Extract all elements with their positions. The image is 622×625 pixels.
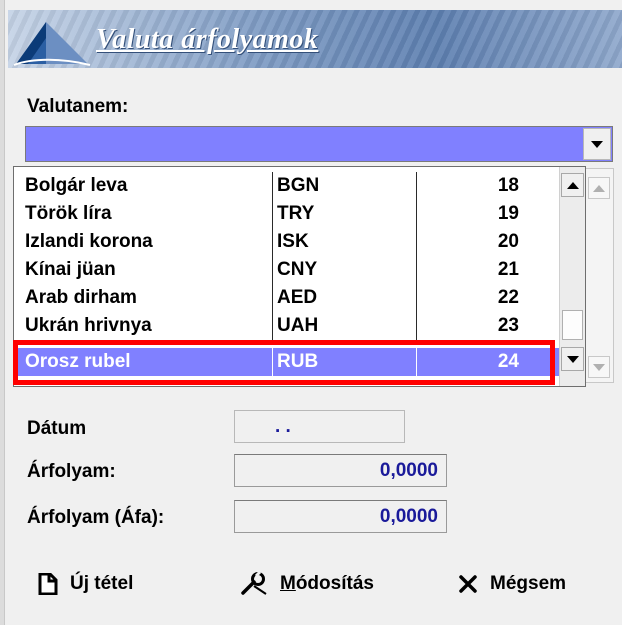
- dropdown-button[interactable]: [583, 128, 611, 160]
- window-left-border: [0, 0, 5, 625]
- currency-number: 22: [416, 284, 559, 312]
- document-icon: [38, 573, 58, 595]
- currency-code: AED: [272, 284, 416, 312]
- currency-code: TRY: [272, 200, 416, 228]
- currency-code: UAH: [272, 312, 416, 340]
- rate-vat-field[interactable]: 0,0000: [234, 500, 447, 533]
- currency-name: Orosz rubel: [25, 351, 131, 372]
- currency-label: Valutanem:: [27, 96, 129, 117]
- currency-number: 20: [416, 228, 559, 256]
- list-item[interactable]: Bolgár leva BGN 18: [14, 172, 559, 200]
- date-label: Dátum: [27, 418, 87, 439]
- list-item[interactable]: Kínai jüan CNY 21: [14, 256, 559, 284]
- currency-code: BGN: [272, 172, 416, 200]
- scroll-down-button[interactable]: [561, 347, 584, 371]
- currency-list[interactable]: Bolgár leva BGN 18 Török líra TRY 19 Izlandi k…: [13, 166, 586, 387]
- modify-label: Módosítás: [280, 573, 374, 594]
- chevron-up-icon: [593, 184, 605, 192]
- rate-vat-label: Árfolyam (Áfa):: [27, 507, 165, 528]
- list-item[interactable]: Izlandi korona ISK 20: [14, 228, 559, 256]
- scroll-thumb[interactable]: [562, 310, 583, 340]
- list-item[interactable]: Török líra TRY 19: [14, 200, 559, 228]
- currency-code: RUB: [272, 348, 416, 376]
- currency-number: 18: [416, 172, 559, 200]
- chevron-down-icon: [566, 355, 579, 363]
- list-item[interactable]: Ukrán hrivnya UAH 23: [14, 312, 559, 340]
- grid-scroll-down-button[interactable]: [588, 356, 610, 378]
- rate-label: Árfolyam:: [27, 461, 116, 482]
- cancel-label: Mégsem: [490, 573, 567, 594]
- list-scrollbar[interactable]: [559, 167, 585, 386]
- chevron-down-icon: [591, 140, 603, 148]
- new-item-button[interactable]: Új tétel: [38, 566, 133, 602]
- currency-name: Arab dirham: [25, 287, 137, 308]
- currency-number: 23: [416, 312, 559, 340]
- header-banner: Valuta árfolyamok: [8, 10, 622, 68]
- x-icon: [458, 574, 478, 594]
- grid-scroll-up-button[interactable]: [588, 177, 610, 199]
- currency-number: 19: [416, 200, 559, 228]
- list-item[interactable]: Arab dirham AED 22: [14, 284, 559, 312]
- new-item-label: Új tétel: [70, 573, 134, 594]
- currency-name: Kínai jüan: [25, 259, 116, 280]
- logo-icon: [13, 22, 91, 66]
- date-field[interactable]: . .: [234, 410, 405, 443]
- currency-number: 21: [416, 256, 559, 284]
- list-item[interactable]: Orosz rubel RUB 24: [14, 348, 559, 376]
- chevron-up-icon: [566, 181, 579, 189]
- currency-name: Ukrán hrivnya: [25, 315, 152, 336]
- modify-button[interactable]: Módosítás: [240, 566, 374, 602]
- currency-code: ISK: [272, 228, 416, 256]
- currency-name: Török líra: [25, 203, 112, 224]
- wrench-icon: [240, 572, 268, 596]
- currency-dropdown[interactable]: [25, 126, 613, 162]
- currency-code: CNY: [272, 256, 416, 284]
- cancel-button[interactable]: Mégsem: [458, 566, 566, 602]
- currency-name: Bolgár leva: [25, 175, 128, 196]
- window-title: Valuta árfolyamok: [96, 24, 319, 55]
- chevron-down-icon: [593, 363, 605, 371]
- currency-name: Izlandi korona: [25, 231, 153, 252]
- rate-field[interactable]: 0,0000: [234, 454, 447, 487]
- grid-scrollbar[interactable]: [584, 168, 614, 383]
- scroll-up-button[interactable]: [561, 173, 584, 197]
- currency-number: 24: [416, 348, 559, 376]
